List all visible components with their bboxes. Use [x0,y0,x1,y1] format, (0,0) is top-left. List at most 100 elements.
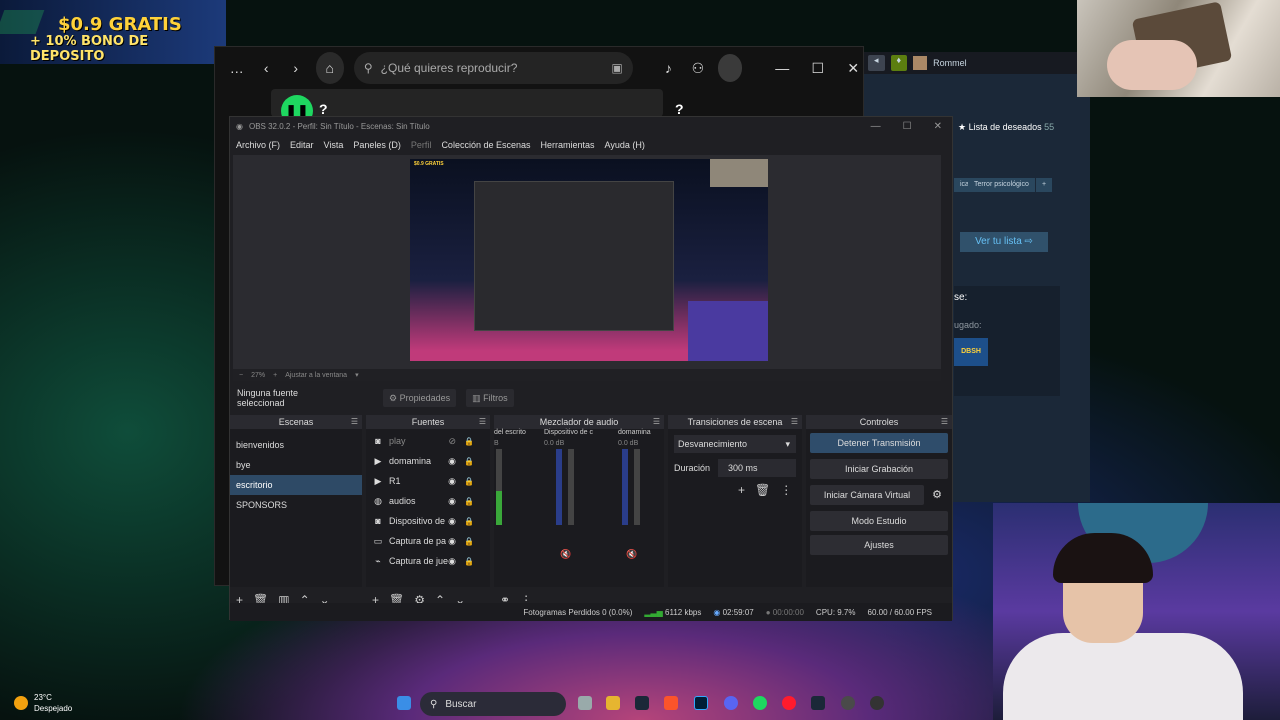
source-item[interactable]: ⌁ Captura de jue ◉ 🔒 [366,551,490,571]
properties-button[interactable]: ⚙ Propiedades [383,389,457,407]
ad-banner[interactable]: $0.9 GRATIS + 10% BONO DE DEPOSITO [0,0,226,64]
steam-icon[interactable] [811,696,825,710]
channel-db: 0.0 dB [544,440,565,447]
source-item[interactable]: ◙ play ⊘ 🔒 [366,431,490,451]
dock-menu-icon[interactable]: ☰ [791,415,798,429]
avatar[interactable] [717,54,743,82]
obs-preview[interactable]: $0.9 GRATIS [233,155,941,369]
scene-item[interactable]: bye [230,455,362,475]
menu-ayuda[interactable]: Ayuda (H) [605,140,645,150]
mute-icon[interactable]: 🔇 [560,549,571,560]
obs-icon[interactable] [870,696,884,710]
menu-herramientas[interactable]: Herramientas [541,140,595,150]
eye-icon[interactable]: ◉ [448,516,456,527]
dock-menu-icon[interactable]: ☰ [941,415,948,429]
trash-icon[interactable]: 🗑 [755,483,770,497]
maximize-icon[interactable]: ☐ [903,121,912,132]
tag[interactable]: Terror psicológico [968,178,1035,192]
source-item[interactable]: ◙ Dispositivo de ◉ 🔒 [366,511,490,531]
lock-icon[interactable]: 🔒 [464,557,474,566]
notification-icon[interactable]: ♦ [890,55,908,71]
source-item[interactable]: ▶ domamina ◉ 🔒 [366,451,490,471]
menu-coleccion[interactable]: Colección de Escenas [441,140,530,150]
source-item[interactable]: ▭ Captura de pa ◉ 🔒 [366,531,490,551]
close-icon[interactable]: ✕ [934,121,942,132]
virtual-camera-button[interactable]: Iniciar Cámara Virtual [810,485,924,505]
lock-icon[interactable]: 🔒 [464,537,474,546]
minimize-icon[interactable]: — [772,57,792,79]
dock-menu-icon[interactable]: ☰ [351,415,358,429]
steam-avatar[interactable] [913,56,928,70]
lock-icon[interactable]: 🔒 [464,457,474,466]
steam-icon[interactable] [635,696,649,710]
view-list-button[interactable]: Ver tu lista ⇨ [960,232,1048,252]
maximize-icon[interactable]: ☐ [808,57,828,79]
start-recording-button[interactable]: Iniciar Grabación [810,459,948,479]
lock-icon[interactable]: 🔒 [464,497,474,506]
eye-icon[interactable]: ◉ [448,556,456,567]
minimize-icon[interactable]: — [871,121,881,132]
tag[interactable]: + [1036,178,1053,192]
close-icon[interactable]: ✕ [843,57,863,79]
menu-editar[interactable]: Editar [290,140,314,150]
lock-icon[interactable]: 🔒 [464,477,474,486]
dock-menu-icon[interactable]: ☰ [479,415,486,429]
weather-widget[interactable]: 23°C Despejado [14,692,72,714]
menu-perfil[interactable]: Perfil [411,140,432,150]
lock-icon[interactable]: 🔒 [464,517,474,526]
menu-paneles[interactable]: Paneles (D) [353,140,401,150]
chevron-down-icon[interactable]: ▾ [355,371,359,379]
brave-icon[interactable] [664,696,678,710]
menu-vista[interactable]: Vista [324,140,344,150]
taskbar-search[interactable]: ⚲ Buscar [420,692,566,716]
mute-icon[interactable]: 🔇 [626,549,637,560]
bell-icon[interactable]: ♪ [659,57,679,79]
spotify-icon[interactable] [753,696,767,710]
back-icon[interactable]: ‹ [257,57,277,79]
wishlist-link[interactable]: ★ Lista de deseados 55 [958,122,1054,133]
forward-icon[interactable]: › [286,57,306,79]
volume-slider[interactable] [622,449,628,525]
eye-icon[interactable]: ◉ [448,536,456,547]
chrome-icon[interactable] [841,696,855,710]
folder-icon[interactable] [606,696,620,710]
eye-hidden-icon[interactable]: ⊘ [448,436,456,447]
volume-slider[interactable] [556,449,562,525]
scene-item-selected[interactable]: escritorio [230,475,362,495]
steam-user[interactable]: Rommel [933,58,967,68]
windows-icon[interactable] [397,696,411,710]
zoom-out-icon[interactable]: − [239,372,243,379]
scene-item[interactable]: bienvenidos [230,435,362,455]
game-thumbnail[interactable]: DBSH [954,338,988,366]
menu-archivo[interactable]: Archivo (F) [236,140,280,150]
source-item[interactable]: ▶ R1 ◉ 🔒 [366,471,490,491]
scene-item[interactable]: SPONSORS [230,495,362,515]
broadcast-icon[interactable]: ◂ [868,55,885,71]
duration-input[interactable]: 300 ms [718,459,796,477]
eye-icon[interactable]: ◉ [448,476,456,487]
add-icon[interactable]: + [738,483,745,497]
discord-icon[interactable] [724,696,738,710]
opera-icon[interactable] [782,696,796,710]
friends-icon[interactable]: ⚇ [688,57,708,79]
studio-mode-button[interactable]: Modo Estudio [810,511,948,531]
stop-stream-button[interactable]: Detener Transmisión [810,433,948,453]
eye-icon[interactable]: ◉ [448,496,456,507]
eye-icon[interactable]: ◉ [448,456,456,467]
source-item[interactable]: ◍ audios ◉ 🔒 [366,491,490,511]
dock-menu-icon[interactable]: ☰ [653,415,660,429]
photoshop-icon[interactable] [694,696,708,710]
lock-icon[interactable]: 🔒 [464,437,474,446]
filters-button[interactable]: ▥ Filtros [466,389,514,407]
browse-icon[interactable]: ▣ [611,61,622,75]
settings-button[interactable]: Ajustes [810,535,948,555]
file-explorer-icon[interactable] [578,696,592,710]
gear-icon[interactable]: ⚙ [928,485,946,505]
more-icon[interactable]: ⋮ [780,483,792,497]
zoom-in-icon[interactable]: + [273,372,277,379]
home-icon[interactable]: ⌂ [315,52,344,84]
menu-icon[interactable]: … [227,57,247,79]
search-input[interactable]: ⚲ ¿Qué quieres reproducir? ▣ [353,52,633,84]
transition-select[interactable]: Desvanecimiento ▾ [674,435,796,453]
zoom-fit[interactable]: Ajustar a la ventana [285,372,347,379]
